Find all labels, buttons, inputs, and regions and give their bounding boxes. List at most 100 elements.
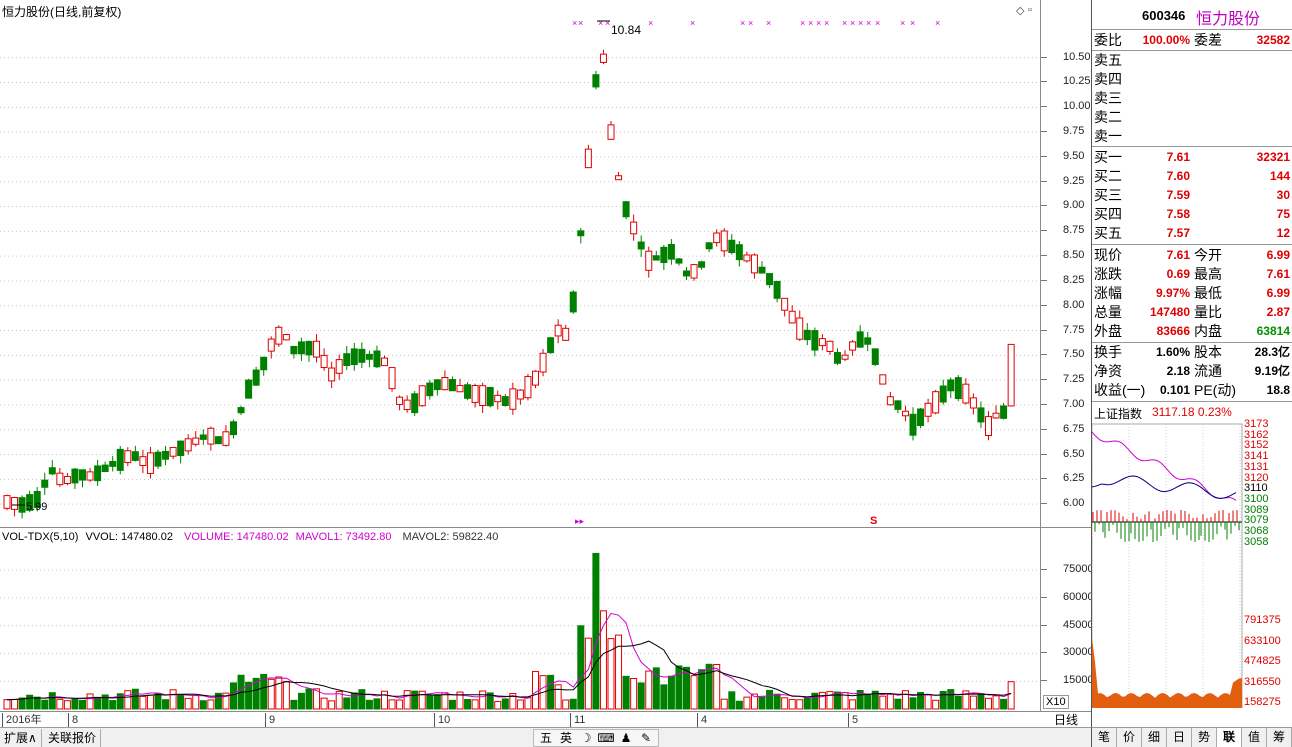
buy-level-row[interactable]: 买五 7.57 12 [1092,224,1292,243]
candle-body [947,379,955,392]
candle-body [448,379,456,392]
buy-level-row[interactable]: 买三 7.59 30 [1092,186,1292,205]
tab-1[interactable]: 价 [1117,728,1142,747]
tab-7[interactable]: 筹 [1267,728,1292,747]
buy-level-row[interactable]: 买一 7.61 32321 [1092,148,1292,167]
stock-code: 600346 [1142,8,1186,23]
tab-expand[interactable]: 扩展∧ [0,729,42,747]
sell-level-row[interactable]: 卖四 [1092,70,1292,89]
volume-bar [177,694,185,710]
five-icon[interactable]: 五 [537,730,555,746]
candle-body [615,175,623,181]
volume-bar [448,699,456,710]
stat-value: 147480 [1149,305,1190,319]
candle-body [667,244,675,260]
candle-body [690,264,698,279]
volume-bar [63,700,71,710]
stat-label: 总量 [1094,304,1122,320]
tab-5[interactable]: 联 [1217,728,1242,747]
volume-bar [275,676,283,710]
keyboard-icon[interactable]: ⌨ [597,730,615,746]
candle-body [63,475,71,484]
tab-6[interactable]: 值 [1242,728,1267,747]
candle-body [962,383,970,404]
level-label: 买三 [1094,187,1122,203]
buy-level-row[interactable]: 买四 7.58 75 [1092,205,1292,224]
candle-body [516,389,524,400]
candle-body [124,450,132,464]
tab-2[interactable]: 细 [1142,728,1167,747]
stat-label: 最高 [1194,266,1222,282]
english-icon[interactable]: 英 [557,730,575,746]
volume-bar [48,692,56,710]
volume-bar [501,698,509,710]
volume-canvas [0,552,1040,710]
sell-level-row[interactable]: 卖三 [1092,89,1292,108]
tab-related-quotes[interactable]: 关联报价 [44,729,102,747]
index-mini-chart[interactable]: 上证指数 3117.18 0.23% 3173 3162 3152 3141 3131 3… [1092,401,1292,708]
volume-bar [562,699,570,710]
signal-marker: × [648,18,653,28]
candle-body [637,241,645,250]
period-label[interactable]: 日线 [1041,711,1091,727]
low-price-label: 5.99 [26,501,48,513]
candle-body [41,479,49,488]
weibi-label: 委比 [1094,32,1122,48]
candle-body [939,385,947,403]
price-tick: 9.75 [1040,125,1085,138]
volume-unit: X10 [1043,695,1069,709]
stat-value: 9.19亿 [1254,364,1290,378]
tab-3[interactable]: 日 [1167,728,1192,747]
volume-bar [660,684,668,710]
candle-body [743,254,751,262]
buy-level-row[interactable]: 买二 7.60 144 [1092,167,1292,186]
sell-level-row[interactable]: 卖五 [1092,51,1292,70]
signal-marker: × [690,18,695,28]
moon-icon[interactable]: ☽ [577,730,595,746]
volume-bar [773,693,781,710]
volume-bar [720,698,728,710]
candle-body [652,255,660,261]
candle-body [109,461,117,467]
candle-body [713,232,721,244]
candle-body [486,386,494,407]
price-tick: 8.50 [1040,249,1085,262]
candle-body [305,340,313,356]
wrench-icon[interactable]: ✎ [637,730,655,746]
signal-marker: × [935,18,940,28]
signal-marker: × [748,18,753,28]
candle-body [509,388,517,410]
sell-level-row[interactable]: 卖一 [1092,127,1292,146]
volume-bar [388,699,396,710]
divider [1092,244,1292,245]
date-axis: 2016年 8 9 10 11 4 5 [0,711,1041,727]
signal-marker: × [875,18,880,28]
price-tick: 7.25 [1040,373,1085,386]
tab-0[interactable]: 笔 [1092,728,1117,747]
volume-bar [683,666,690,710]
candle-body [282,333,290,341]
price-tick: 7.50 [1040,348,1085,361]
tab-4[interactable]: 势 [1192,728,1217,747]
person-icon[interactable]: ♟ [617,730,635,746]
volume-bar [192,694,200,710]
level-label: 卖一 [1094,128,1122,144]
kline-chart[interactable]: 恒力股份(日线,前复权) ◇ ▫ × × × × × × × × × × × × × × × × × × × × × ▸▸… [0,0,1041,528]
date-label: 4 [697,713,707,727]
volume-bar [766,689,774,710]
stat-value: 1.60% [1155,345,1190,359]
sell-level-row[interactable]: 卖二 [1092,108,1292,127]
candle-body [222,431,230,446]
stat-value: 28.3亿 [1254,345,1290,359]
stat-value: 0.69 [1166,267,1190,281]
candle-body [86,471,94,481]
volume-chart[interactable]: VOL-TDX(5,10) VVOL: 147480.02 VOLUME: 14… [0,528,1041,711]
weicha-label: 委差 [1194,32,1222,48]
candle-body [622,201,630,218]
volume-bar [849,699,857,710]
index-volume-tick: 633100 [1244,634,1281,647]
volume-bar [698,669,706,710]
volume-bar [705,663,713,710]
stat-value: 18.8 [1266,383,1290,397]
candle-body [365,353,373,360]
